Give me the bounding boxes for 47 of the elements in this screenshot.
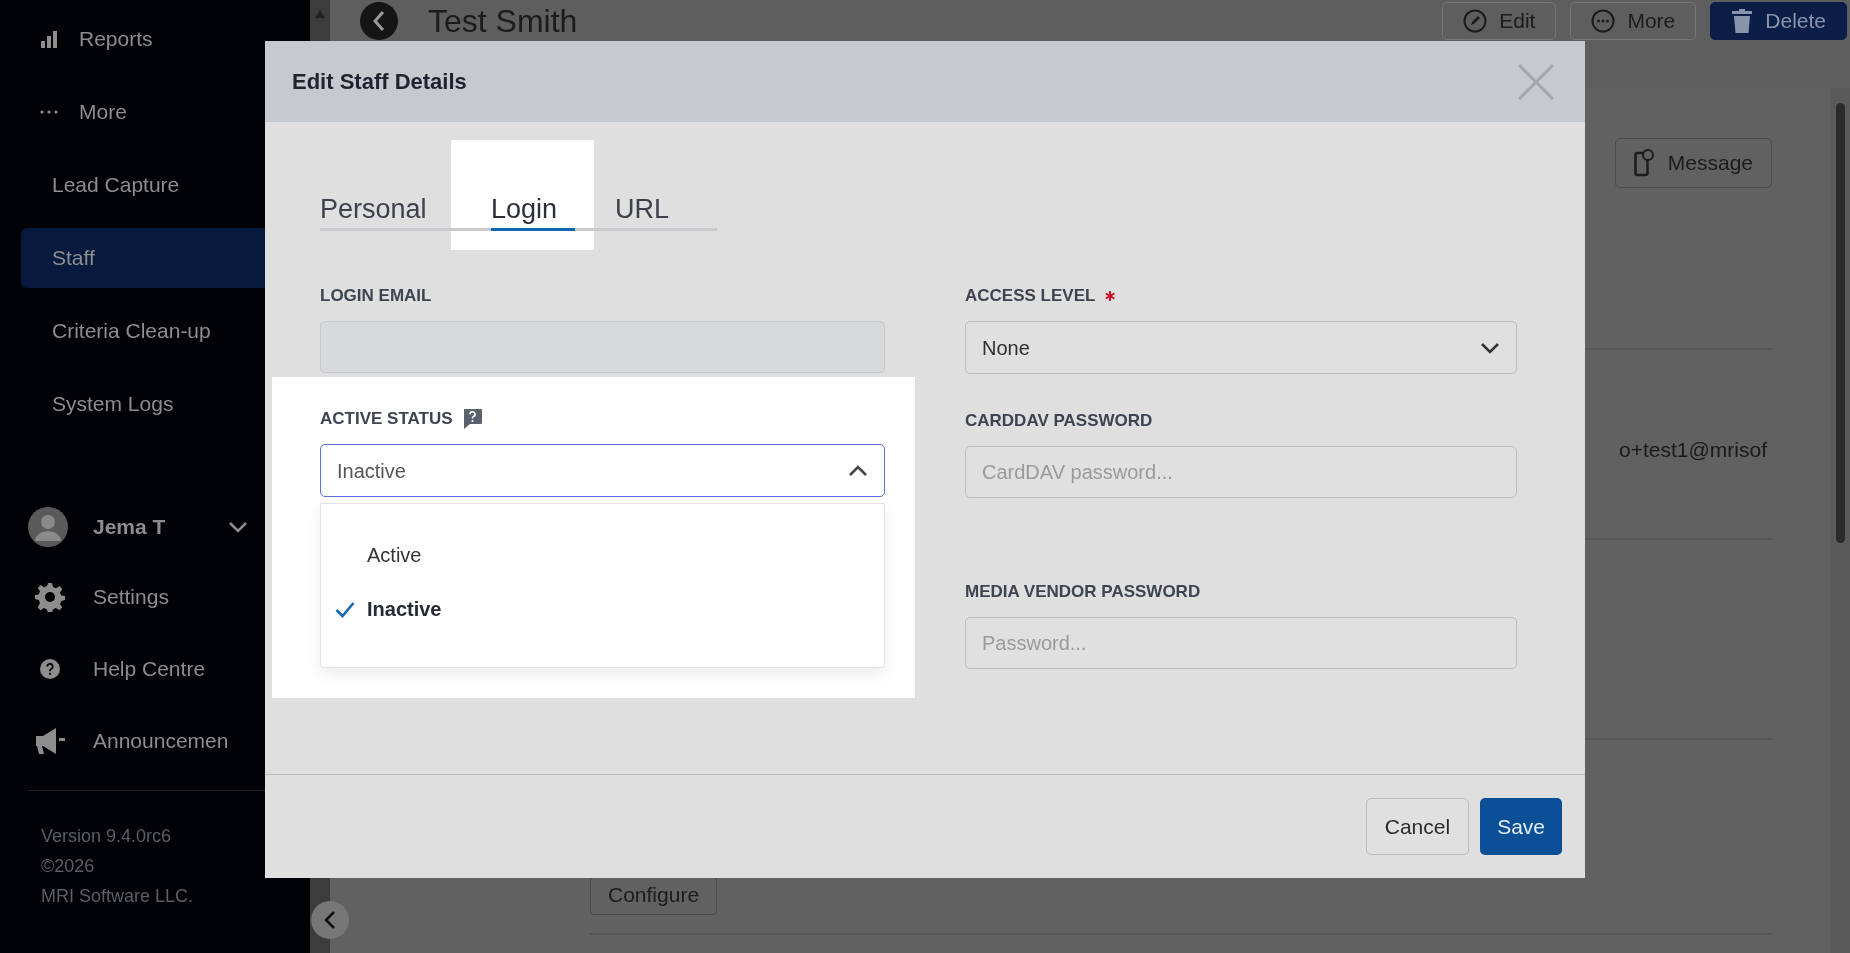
header-button[interactable]: Delete bbox=[1710, 2, 1847, 40]
field-label: ACTIVE STATUS bbox=[320, 408, 453, 431]
dropdown-option[interactable]: Inactive bbox=[321, 582, 884, 636]
footer-text: MRI Software LLC. bbox=[41, 885, 195, 908]
chevron-down-icon bbox=[1480, 341, 1500, 354]
footer-text: ©2026 bbox=[41, 855, 96, 878]
help-icon bbox=[40, 659, 60, 679]
trash-icon bbox=[1731, 9, 1754, 33]
cancel-button[interactable]: Cancel bbox=[1365, 798, 1470, 855]
avatar-icon bbox=[28, 507, 68, 547]
field-label: CARDDAV PASSWORD bbox=[965, 410, 1153, 433]
page-title: Test Smith bbox=[428, 2, 579, 40]
settings-icon bbox=[35, 582, 65, 612]
modal-title: Edit Staff Details bbox=[292, 68, 468, 96]
input-field[interactable]: Password... bbox=[965, 617, 1517, 669]
field-label: MEDIA VENDOR PASSWORD bbox=[965, 581, 1201, 604]
phone-message-icon bbox=[1633, 149, 1654, 177]
checkmark-icon bbox=[335, 600, 355, 618]
scrollbar-thumb[interactable] bbox=[1836, 103, 1845, 543]
user-name[interactable]: Jema T bbox=[93, 511, 228, 543]
chevron-down-icon[interactable] bbox=[228, 521, 248, 533]
sidebar-item[interactable]: Help Centre bbox=[0, 633, 310, 705]
chevron-up-icon bbox=[848, 464, 868, 477]
footer-text: Version 9.4.0rc6 bbox=[41, 825, 173, 848]
more-dots-icon bbox=[40, 109, 58, 114]
help-icon[interactable] bbox=[462, 409, 482, 429]
dropdown-option[interactable]: Active bbox=[321, 528, 884, 582]
sidebar-item[interactable]: Announcemen bbox=[0, 705, 310, 777]
bar-chart-icon bbox=[40, 29, 58, 48]
sidebar-item[interactable]: Settings bbox=[0, 561, 310, 633]
megaphone-icon bbox=[34, 727, 66, 755]
input-field[interactable]: CardDAV password... bbox=[965, 446, 1517, 498]
chevron-left-icon bbox=[323, 910, 337, 930]
sidebar-item[interactable]: Reports bbox=[0, 8, 310, 69]
tab[interactable]: URL bbox=[615, 189, 678, 231]
chevron-left-icon bbox=[373, 10, 385, 32]
field-label: LOGIN EMAIL bbox=[320, 285, 432, 308]
tab[interactable]: Personal bbox=[320, 189, 450, 231]
field-label: ACCESS LEVEL bbox=[965, 285, 1096, 308]
dropdown-select[interactable]: None bbox=[965, 321, 1517, 374]
edit-icon bbox=[1463, 9, 1488, 33]
save-button[interactable]: Save bbox=[1480, 798, 1562, 855]
dropdown-select[interactable]: Inactive bbox=[320, 444, 885, 497]
back-button[interactable] bbox=[360, 2, 398, 40]
more-icon bbox=[1591, 9, 1616, 33]
tab[interactable]: Login bbox=[491, 189, 575, 231]
email-text: o+test1@mrisof bbox=[1619, 437, 1768, 463]
